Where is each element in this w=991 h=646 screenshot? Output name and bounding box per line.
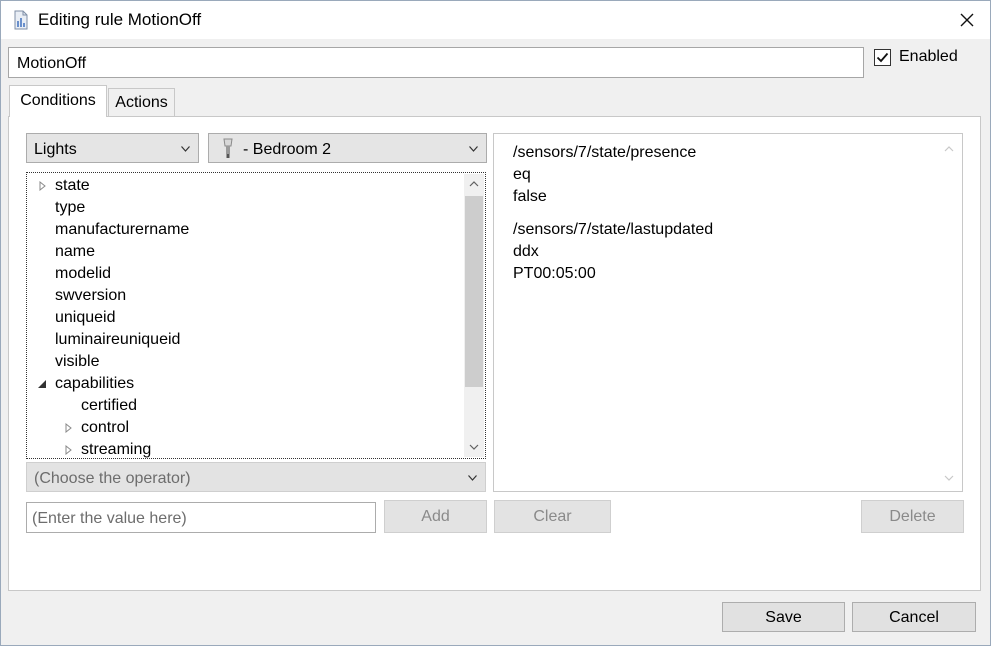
save-button[interactable]: Save bbox=[722, 602, 845, 632]
expand-right-icon[interactable] bbox=[65, 445, 73, 455]
tree-item-label: visible bbox=[55, 353, 100, 370]
tree-item-label: certified bbox=[81, 397, 138, 414]
close-icon bbox=[960, 13, 974, 27]
chevron-down-icon bbox=[469, 146, 478, 152]
chevron-down-icon bbox=[181, 146, 190, 152]
condition-value: false bbox=[513, 188, 547, 205]
enabled-label: Enabled bbox=[899, 48, 958, 65]
rule-editor-icon bbox=[12, 10, 30, 30]
condition-operator: ddx bbox=[513, 243, 539, 260]
scroll-down-icon[interactable] bbox=[937, 466, 961, 490]
tree-item-label: luminaireuniqueid bbox=[55, 331, 181, 348]
device-value: - Bedroom 2 bbox=[243, 141, 332, 158]
chevron-down-icon bbox=[468, 475, 477, 481]
operator-placeholder: (Choose the operator) bbox=[34, 470, 191, 487]
tree-item-label: state bbox=[55, 177, 90, 194]
tree-item-label: modelid bbox=[55, 265, 112, 282]
tree-item-label: swversion bbox=[55, 287, 127, 304]
tab-actions[interactable]: Actions bbox=[108, 88, 175, 116]
expand-right-icon[interactable] bbox=[65, 423, 73, 433]
condition-address: /sensors/7/state/lastupdated bbox=[513, 221, 714, 238]
enabled-checkbox[interactable] bbox=[874, 49, 891, 66]
tree-item-state[interactable]: state bbox=[55, 177, 90, 195]
value-input[interactable]: (Enter the value here) bbox=[26, 502, 376, 533]
tree-item-label: control bbox=[81, 419, 130, 436]
tab-conditions[interactable]: Conditions bbox=[9, 85, 107, 117]
tree-item-control[interactable]: control bbox=[81, 419, 129, 437]
conditions-list[interactable]: /sensors/7/state/presence eq false /sens… bbox=[493, 133, 963, 492]
condition-address: /sensors/7/state/presence bbox=[513, 144, 697, 161]
cancel-button[interactable]: Cancel bbox=[852, 602, 976, 632]
tree-item-luminaireuniqueid[interactable]: luminaireuniqueid bbox=[55, 331, 180, 349]
tree-item-label: manufacturername bbox=[55, 221, 190, 238]
scroll-up-icon[interactable] bbox=[464, 174, 484, 194]
tree-item-capabilities[interactable]: capabilities bbox=[55, 375, 134, 393]
tree-item-streaming[interactable]: streaming bbox=[81, 441, 152, 458]
scroll-down-icon[interactable] bbox=[464, 437, 484, 457]
device-select[interactable]: - Bedroom 2 bbox=[208, 133, 487, 163]
tree-item-certified[interactable]: certified bbox=[81, 397, 137, 415]
rule-name-input[interactable]: MotionOff bbox=[8, 47, 864, 78]
tree-item-label: type bbox=[55, 199, 86, 216]
property-tree[interactable]: state type manufacturername name modelid… bbox=[26, 172, 486, 459]
tree-item-uniqueid[interactable]: uniqueid bbox=[55, 309, 116, 327]
tree-item-type[interactable]: type bbox=[55, 199, 85, 217]
tree-item-swversion[interactable]: swversion bbox=[55, 287, 126, 305]
add-button[interactable]: Add bbox=[384, 500, 487, 533]
device-type-select[interactable]: Lights bbox=[26, 133, 199, 163]
close-button[interactable] bbox=[945, 3, 989, 37]
tree-item-modelid[interactable]: modelid bbox=[55, 265, 111, 283]
window-title: Editing rule MotionOff bbox=[38, 10, 202, 29]
tree-item-visible[interactable]: visible bbox=[55, 353, 99, 371]
scrollbar-thumb[interactable] bbox=[465, 196, 483, 387]
tree-item-name[interactable]: name bbox=[55, 243, 95, 261]
condition-value: PT00:05:00 bbox=[513, 265, 596, 282]
scroll-up-icon[interactable] bbox=[937, 137, 961, 161]
condition-operator: eq bbox=[513, 166, 531, 183]
expanded-triangle-icon[interactable] bbox=[37, 379, 47, 389]
tree-item-label: capabilities bbox=[55, 375, 135, 392]
tree-item-label: streaming bbox=[81, 441, 152, 458]
delete-button[interactable]: Delete bbox=[861, 500, 964, 533]
lightbulb-icon bbox=[223, 138, 233, 158]
tree-item-label: name bbox=[55, 243, 96, 260]
expand-right-icon[interactable] bbox=[39, 181, 47, 191]
tree-scrollbar[interactable] bbox=[464, 174, 484, 457]
conditions-scrollbar[interactable] bbox=[937, 135, 961, 490]
device-type-value: Lights bbox=[34, 141, 77, 158]
tree-item-label: uniqueid bbox=[55, 309, 116, 326]
clear-button[interactable]: Clear bbox=[494, 500, 611, 533]
operator-select[interactable]: (Choose the operator) bbox=[26, 462, 486, 492]
tree-item-manufacturername[interactable]: manufacturername bbox=[55, 221, 189, 239]
checkmark-icon bbox=[876, 52, 889, 63]
